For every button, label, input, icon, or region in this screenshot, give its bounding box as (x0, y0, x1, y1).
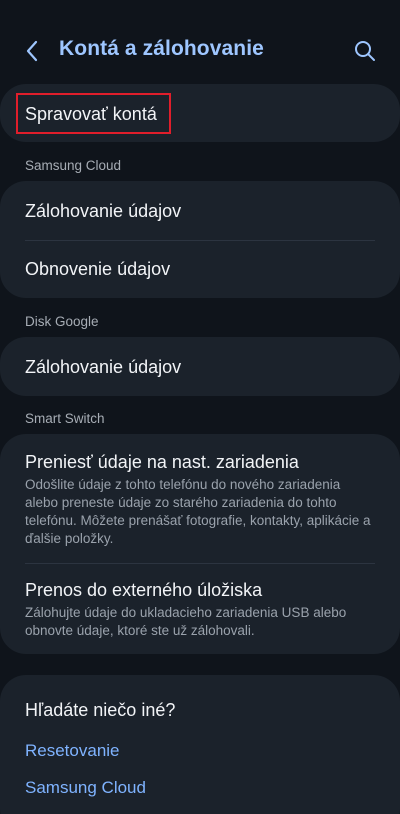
samsung-cloud-card: Zálohovanie údajov Obnovenie údajov (0, 181, 400, 298)
google-drive-card: Zálohovanie údajov (0, 337, 400, 396)
search-button[interactable] (352, 38, 378, 64)
page-title: Kontá a zálohovanie (59, 37, 264, 60)
section-header-samsung-cloud: Samsung Cloud (25, 158, 122, 173)
samsung-cloud-restore-label: Obnovenie údajov (25, 259, 171, 279)
transfer-to-new-device-item[interactable]: Preniesť údaje na nast. zariadenia Odošl… (0, 451, 400, 548)
section-header-smart-switch: Smart Switch (25, 411, 105, 426)
samsung-cloud-restore-item[interactable]: Obnovenie údajov (0, 258, 400, 280)
samsung-cloud-backup-item[interactable]: Zálohovanie údajov (0, 200, 400, 222)
external-storage-transfer-item[interactable]: Prenos do externého úložiska Zálohujte ú… (0, 579, 400, 640)
divider (25, 240, 375, 241)
app-bar: Kontá a zálohovanie (0, 30, 400, 72)
looking-for-something-title: Hľadáte niečo iné? (25, 700, 176, 720)
divider (25, 563, 375, 564)
reset-link[interactable]: Resetovanie (25, 741, 120, 761)
smart-switch-card: Preniesť údaje na nast. zariadenia Odošl… (0, 434, 400, 654)
highlight-box (16, 93, 171, 134)
back-button[interactable] (17, 36, 47, 66)
google-drive-backup-item[interactable]: Zálohovanie údajov (0, 356, 400, 378)
external-storage-transfer-description: Zálohujte údaje do ukladacieho zariadeni… (25, 605, 347, 638)
chevron-left-icon (26, 40, 38, 62)
search-icon (355, 41, 375, 61)
section-header-google-drive: Disk Google (25, 314, 99, 329)
google-drive-backup-label: Zálohovanie údajov (25, 357, 182, 377)
transfer-to-new-device-description: Odošlite údaje z tohto telefónu do novéh… (25, 477, 371, 546)
external-storage-transfer-title: Prenos do externého úložiska (25, 580, 263, 600)
looking-for-something-card: Hľadáte niečo iné? Resetovanie Samsung C… (0, 675, 400, 814)
samsung-cloud-backup-label: Zálohovanie údajov (25, 201, 182, 221)
samsung-cloud-link[interactable]: Samsung Cloud (25, 778, 146, 798)
accounts-backup-screen: Kontá a zálohovanie Spravovať kontá Sams… (0, 0, 400, 814)
transfer-to-new-device-title: Preniesť údaje na nast. zariadenia (25, 452, 299, 472)
